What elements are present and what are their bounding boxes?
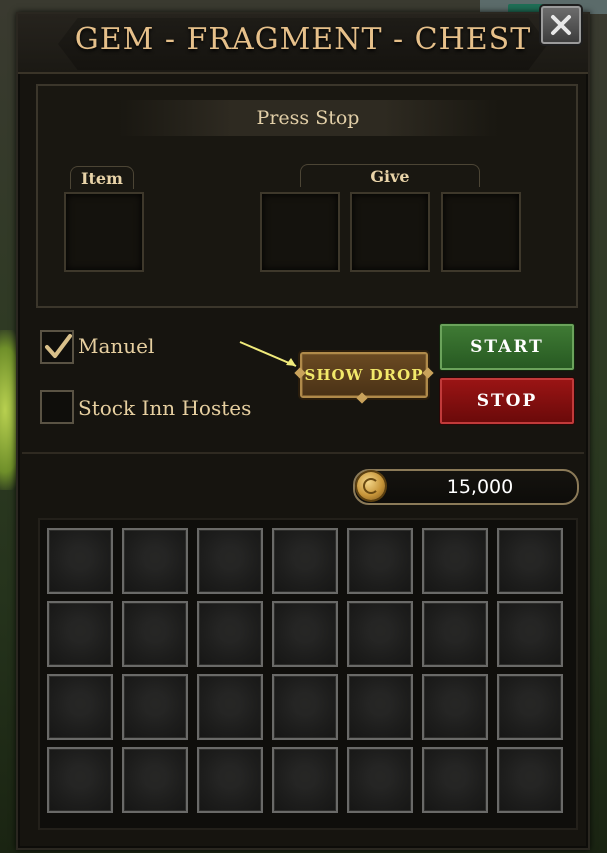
inventory-slot[interactable]: [197, 601, 263, 667]
window-title: GEM - FRAGMENT - CHEST: [74, 22, 532, 57]
currency-value: 15,000: [446, 476, 514, 498]
give-slot-2[interactable]: [350, 192, 430, 272]
close-button[interactable]: [541, 6, 581, 44]
inventory-grid: [47, 528, 563, 813]
inventory-slot[interactable]: [422, 747, 488, 813]
inventory-slot[interactable]: [122, 528, 188, 594]
item-group-label: Item: [70, 166, 134, 189]
inventory-slot[interactable]: [497, 528, 563, 594]
item-slot[interactable]: [64, 192, 144, 272]
checkmark-icon: [45, 334, 72, 358]
inventory-slot[interactable]: [422, 674, 488, 740]
gem-fragment-chest-window: GEM - FRAGMENT - CHEST Press Stop Item G…: [16, 12, 590, 850]
inventory-slot[interactable]: [47, 528, 113, 594]
start-button[interactable]: START: [440, 324, 574, 370]
inventory-slot[interactable]: [122, 747, 188, 813]
close-icon: [551, 15, 571, 35]
inventory-slot[interactable]: [497, 601, 563, 667]
inventory-slot[interactable]: [422, 601, 488, 667]
status-text: Press Stop: [118, 100, 498, 136]
inventory-slot[interactable]: [47, 601, 113, 667]
inventory-slot[interactable]: [347, 528, 413, 594]
inventory-slot[interactable]: [122, 601, 188, 667]
inventory-slot[interactable]: [272, 674, 338, 740]
section-divider: [22, 452, 584, 454]
manuel-label: Manuel: [78, 334, 155, 358]
inventory-slot[interactable]: [422, 528, 488, 594]
inventory-slot[interactable]: [272, 601, 338, 667]
inventory-slot[interactable]: [122, 674, 188, 740]
exchange-panel: Press Stop Item Give: [36, 84, 578, 308]
give-slot-3[interactable]: [441, 192, 521, 272]
currency-display: 15,000: [353, 469, 579, 505]
inventory-slot[interactable]: [497, 674, 563, 740]
inventory-slot[interactable]: [47, 747, 113, 813]
inventory-slot[interactable]: [47, 674, 113, 740]
notch-bottom: [356, 392, 368, 404]
inventory-slot[interactable]: [197, 747, 263, 813]
give-slot-1[interactable]: [260, 192, 340, 272]
inventory-slot[interactable]: [497, 747, 563, 813]
inventory-slot[interactable]: [272, 528, 338, 594]
manuel-checkbox[interactable]: [40, 330, 74, 364]
notch-right: [422, 367, 434, 379]
inventory-slot[interactable]: [272, 747, 338, 813]
show-drop-button[interactable]: SHOW DROP: [294, 352, 434, 404]
inventory-slot[interactable]: [347, 674, 413, 740]
stop-button[interactable]: STOP: [440, 378, 574, 424]
show-drop-label: SHOW DROP: [304, 366, 424, 384]
coin-icon: [357, 472, 385, 500]
inventory-slot[interactable]: [197, 674, 263, 740]
inventory-panel: [38, 518, 578, 830]
inventory-slot[interactable]: [347, 601, 413, 667]
give-group-label: Give: [300, 164, 480, 187]
stock-inn-hostes-checkbox[interactable]: [40, 390, 74, 424]
stock-inn-hostes-label: Stock Inn Hostes: [78, 396, 252, 420]
inventory-slot[interactable]: [197, 528, 263, 594]
inventory-slot[interactable]: [347, 747, 413, 813]
title-bar: GEM - FRAGMENT - CHEST: [18, 14, 588, 74]
pointer-arrow-icon: [239, 341, 297, 367]
